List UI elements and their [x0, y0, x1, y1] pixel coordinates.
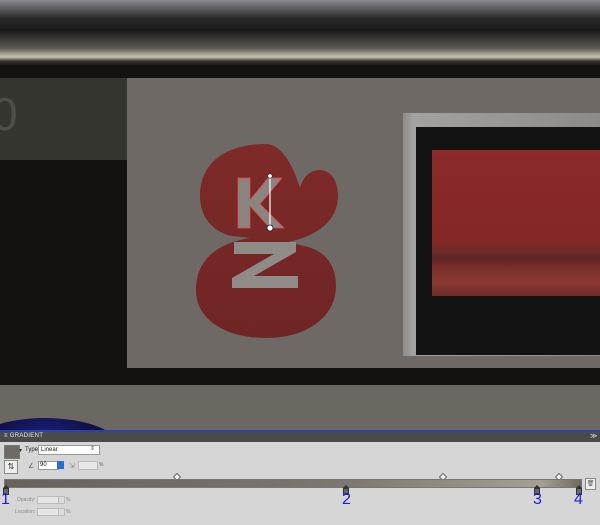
stop-label: 2: [342, 491, 351, 508]
red-panel[interactable]: [432, 150, 600, 296]
top-bar: [0, 0, 600, 65]
collapse-icon[interactable]: ≫: [590, 432, 597, 440]
aspect-unit: %: [99, 462, 104, 468]
angle-dropdown[interactable]: [57, 461, 64, 469]
gradient-ramp[interactable]: [4, 479, 582, 488]
aspect-ratio-input[interactable]: [78, 461, 98, 470]
gradient-end-handle: [266, 224, 274, 232]
panel-title: ≡ GRADIENT: [4, 433, 44, 439]
opacity-dropdown[interactable]: [58, 496, 65, 504]
trash-icon[interactable]: 🗑: [585, 478, 596, 490]
location-unit: %: [66, 509, 71, 515]
stop-label: 4: [574, 491, 583, 508]
stop-label: 3: [533, 491, 542, 508]
angle-input[interactable]: 90: [38, 461, 59, 470]
location-label: Location:: [15, 509, 36, 515]
location-input[interactable]: [37, 508, 59, 516]
swatch-dropdown-icon[interactable]: ▾: [19, 447, 22, 454]
stop-label: 1: [1, 491, 10, 508]
gradient-start-handle: [267, 173, 273, 179]
opacity-label: Opacity:: [17, 497, 36, 503]
chevron-down-icon[interactable]: ⇕: [90, 445, 95, 452]
gradient-panel: ≡ GRADIENT ≫ ▾ ⇅ Type Linear ⇕ ∠ 90 ⇲ % …: [0, 430, 600, 525]
left-panel-glyph: 0: [0, 88, 18, 140]
s-shape: [196, 144, 338, 338]
kz-logo[interactable]: [190, 140, 350, 340]
panel-header[interactable]: [0, 432, 600, 442]
location-dropdown[interactable]: [58, 508, 65, 516]
angle-icon: ∠: [28, 463, 35, 470]
type-label: Type: [25, 447, 39, 453]
gradient-swatch[interactable]: [4, 445, 20, 459]
aspect-ratio-icon: ⇲: [69, 463, 75, 470]
opacity-input[interactable]: [37, 496, 59, 504]
left-panel: [0, 78, 127, 160]
opacity-unit: %: [66, 497, 71, 503]
reverse-gradient-icon[interactable]: ⇅: [4, 460, 18, 474]
